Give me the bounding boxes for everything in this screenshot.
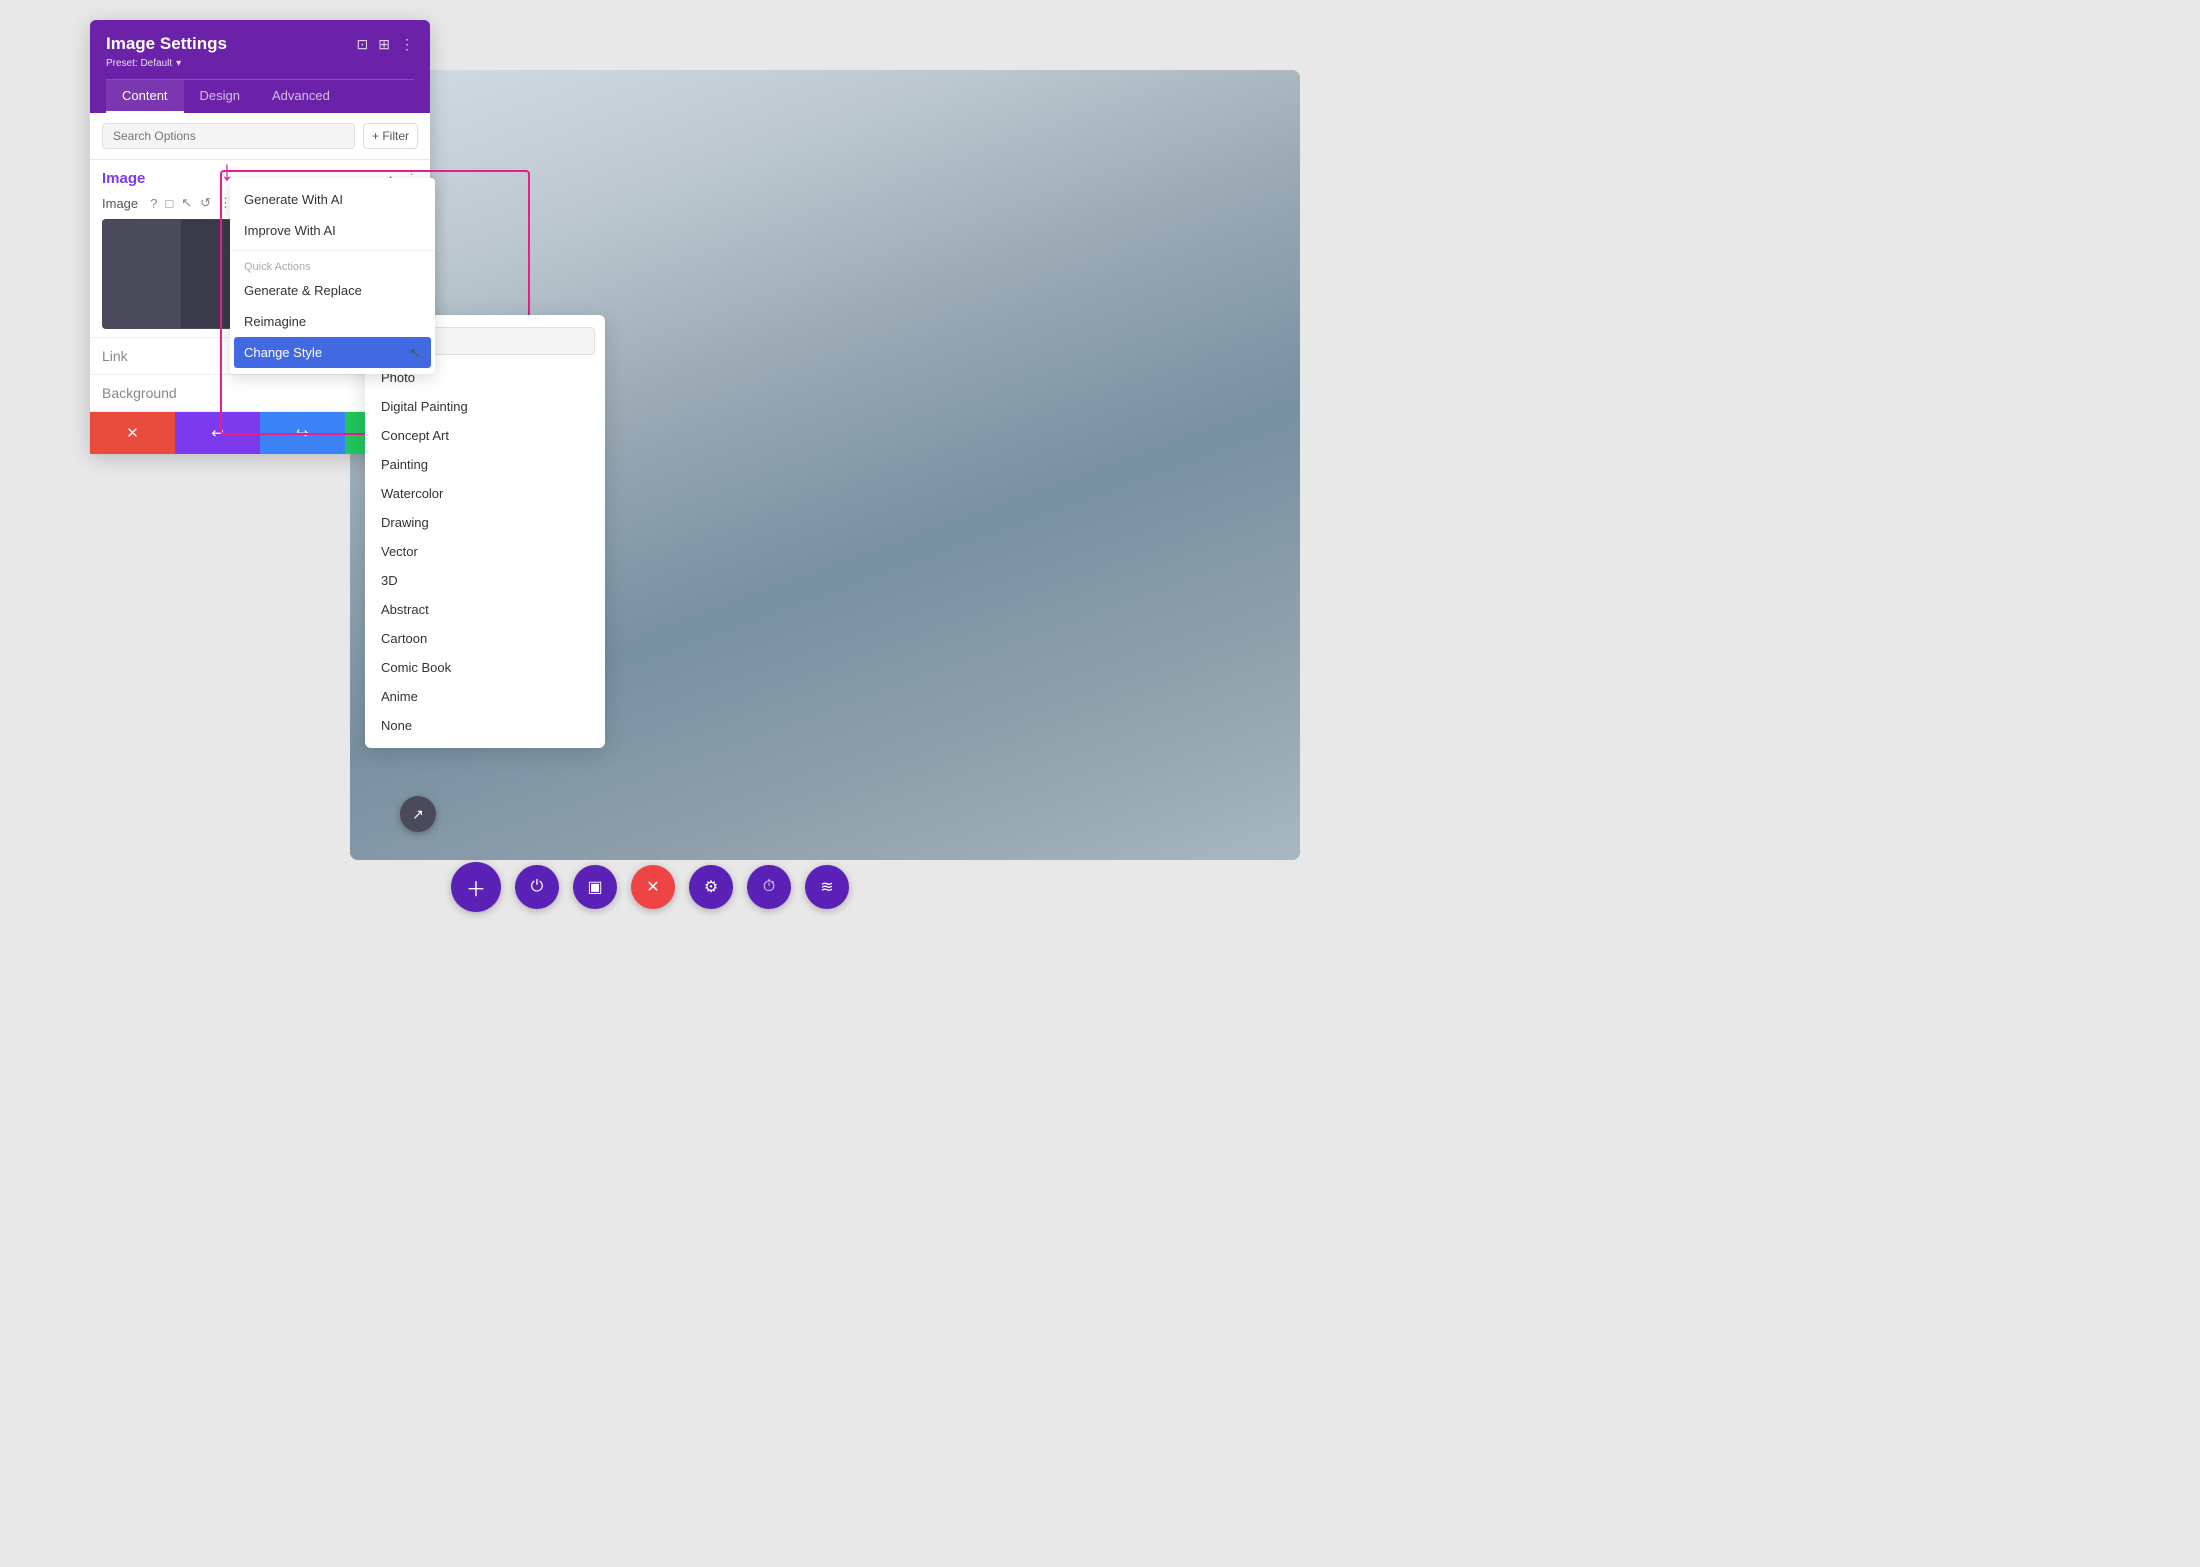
dropdown-menu: Generate With AI Improve With AI Quick A… [230,178,435,374]
search-bar: + Filter [90,113,430,160]
help-icon[interactable]: ? [150,196,157,211]
panel-tabs: Content Design Advanced [106,79,414,113]
preset-label: Preset: Default [106,58,172,69]
tab-advanced[interactable]: Advanced [256,80,346,113]
floating-settings-button[interactable]: ↗ [400,796,436,832]
style-item-3d[interactable]: 3D [365,566,605,595]
gear-icon: ⚙ [704,877,718,897]
dropdown-item-generate-with-ai[interactable]: Generate With AI [230,184,435,215]
history-icon: ⏱ [763,878,775,896]
preset-chevron: ▾ [176,58,181,69]
grid-icon[interactable]: ⊞ [378,36,390,53]
style-selector: Photo Digital Painting Concept Art Paint… [365,315,605,748]
dropdown-item-change-style[interactable]: Change Style ↖ [234,337,431,368]
more-icon[interactable]: ⋮ [400,36,414,53]
floating-gear-icon: ↗ [412,806,424,823]
quick-actions-label: Quick Actions [230,255,435,275]
style-item-watercolor[interactable]: Watercolor [365,479,605,508]
grid-button[interactable]: ▣ [573,865,617,909]
power-button[interactable]: ⏻ [515,865,559,909]
dropdown-item-generate-replace[interactable]: Generate & Replace [230,275,435,306]
style-item-vector[interactable]: Vector [365,537,605,566]
redo-button[interactable]: ↪ [260,412,345,454]
dropdown-divider [230,250,435,251]
screen-icon[interactable]: ⊡ [357,36,369,53]
header-icons: ⊡ ⊞ ⋮ [357,36,414,53]
close-button[interactable]: ✕ [631,865,675,909]
style-item-comic-book[interactable]: Comic Book [365,653,605,682]
style-item-painting[interactable]: Painting [365,450,605,479]
style-item-abstract[interactable]: Abstract [365,595,605,624]
add-icon: ＋ [466,873,486,902]
history-button[interactable]: ⏱ [747,865,791,909]
style-item-anime[interactable]: Anime [365,682,605,711]
power-icon: ⏻ [531,878,544,896]
dropdown-item-reimagine[interactable]: Reimagine [230,306,435,337]
style-item-drawing[interactable]: Drawing [365,508,605,537]
style-item-concept-art[interactable]: Concept Art [365,421,605,450]
redo-icon: ↪ [296,424,309,442]
style-item-cartoon[interactable]: Cartoon [365,624,605,653]
background-label: Background [102,385,177,401]
image-label: Image [102,196,138,211]
preset-row[interactable]: Preset: Default ▾ [106,58,414,69]
bottom-toolbar: ＋ ⏻ ▣ ✕ ⚙ ⏱ ≋ [451,862,849,912]
tab-design[interactable]: Design [184,80,256,113]
undo-button[interactable]: ↩ [175,412,260,454]
panel-title: Image Settings [106,34,227,54]
add-button[interactable]: ＋ [451,862,501,912]
adjustments-icon: ≋ [820,877,833,897]
cancel-button[interactable]: ✕ [90,412,175,454]
dropdown-item-improve-with-ai[interactable]: Improve With AI [230,215,435,246]
filter-button[interactable]: + Filter [363,123,418,149]
cursor-icon: ↖ [409,344,421,361]
cancel-icon: ✕ [126,424,139,442]
search-options-input[interactable] [102,123,355,149]
tab-content[interactable]: Content [106,80,184,113]
gear-button[interactable]: ⚙ [689,865,733,909]
style-item-digital-painting[interactable]: Digital Painting [365,392,605,421]
style-item-none[interactable]: None [365,711,605,740]
undo-icon: ↩ [211,424,224,442]
undo-icon[interactable]: ↺ [200,195,211,211]
link-label: Link [102,348,128,364]
image-section-title: Image [102,170,145,187]
panel-header: Image Settings ⊡ ⊞ ⋮ Preset: Default ▾ C… [90,20,430,113]
close-icon: ✕ [646,877,659,897]
grid-icon: ▣ [587,877,602,897]
adjustments-button[interactable]: ≋ [805,865,849,909]
mobile-icon[interactable]: □ [165,196,173,211]
cursor-icon[interactable]: ↖ [181,195,192,211]
